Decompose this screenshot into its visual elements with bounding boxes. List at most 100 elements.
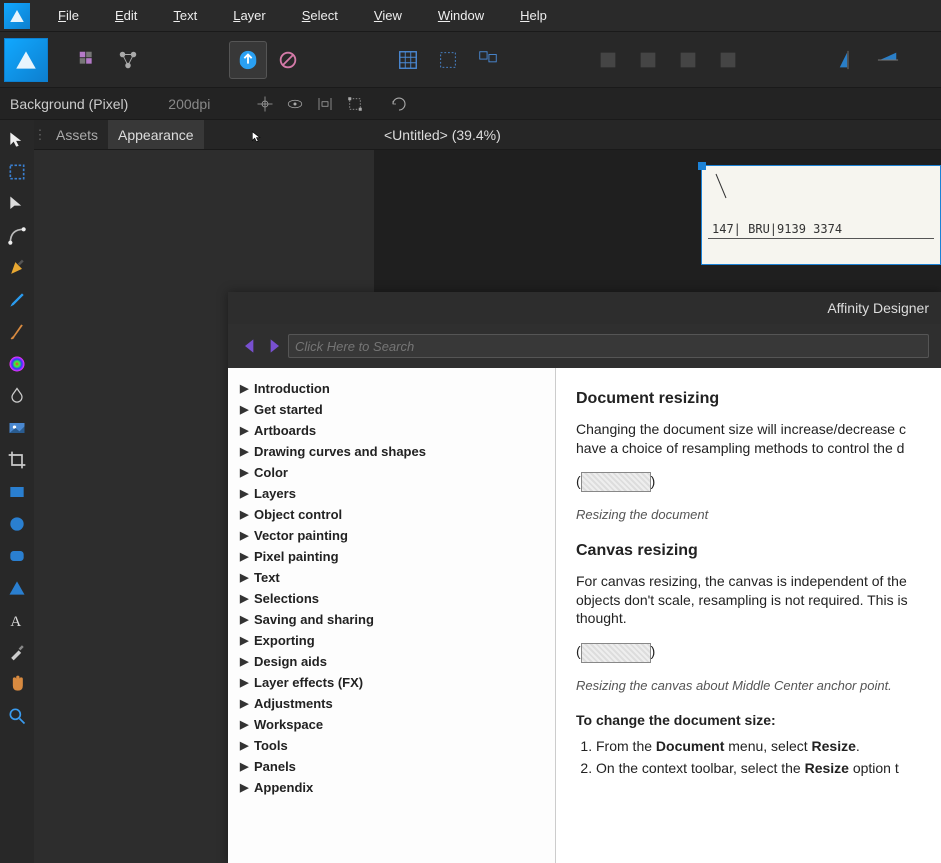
menu-text[interactable]: Text [155, 0, 215, 31]
toc-item[interactable]: ▶Appendix [236, 777, 547, 798]
snap-grid-button[interactable] [389, 41, 427, 79]
arrange-fwd-button[interactable] [669, 41, 707, 79]
help-search-input[interactable] [288, 334, 929, 358]
toc-item[interactable]: ▶Vector painting [236, 525, 547, 546]
document-tab-label: <Untitled> (39.4%) [384, 127, 501, 143]
toc-item[interactable]: ▶Color [236, 462, 547, 483]
context-dpi-label[interactable]: 200dpi [168, 96, 210, 112]
show-hide-button[interactable] [280, 90, 310, 118]
help-panel: Affinity Designer ▶Introduction ▶Get sta… [228, 292, 941, 863]
help-heading: Document resizing [576, 390, 925, 408]
toc-item[interactable]: ▶Pixel painting [236, 546, 547, 567]
help-step: From the Document menu, select Resize. [596, 738, 925, 754]
document-preview[interactable]: 147| BRU|9139 3374 [701, 165, 941, 265]
text-tool[interactable]: A [3, 606, 31, 634]
transparency-tool[interactable] [3, 382, 31, 410]
menu-edit[interactable]: Edit [97, 0, 155, 31]
panel-tab-appearance[interactable]: Appearance [108, 120, 204, 149]
panel-tabs: ⋮ Assets Appearance [34, 120, 374, 150]
toc-item[interactable]: ▶Drawing curves and shapes [236, 441, 547, 462]
help-media-placeholder: () [576, 642, 925, 662]
menu-help[interactable]: Help [502, 0, 565, 31]
help-caption: Resizing the document [576, 506, 925, 524]
help-title: Affinity Designer [228, 292, 941, 324]
corner-tool[interactable] [3, 222, 31, 250]
arrange-front-button[interactable] [709, 41, 747, 79]
toc-item[interactable]: ▶Layer effects (FX) [236, 672, 547, 693]
toc-item[interactable]: ▶Adjustments [236, 693, 547, 714]
main-toolbar [0, 32, 941, 88]
zoom-tool[interactable] [3, 702, 31, 730]
document-tab[interactable]: <Untitled> (39.4%) [374, 120, 941, 150]
transform-bounds-button[interactable] [340, 90, 370, 118]
crop-tool[interactable] [3, 446, 31, 474]
flip-horiz-button[interactable] [829, 41, 867, 79]
pencil-tool[interactable] [3, 286, 31, 314]
menu-view[interactable]: View [356, 0, 420, 31]
move-tool[interactable] [3, 126, 31, 154]
menu-layer[interactable]: Layer [215, 0, 284, 31]
document-content-text: 147| BRU|9139 3374 [712, 222, 842, 236]
toc-item[interactable]: ▶Object control [236, 504, 547, 525]
arrange-back-button[interactable] [629, 41, 667, 79]
context-layer-label: Background (Pixel) [4, 96, 128, 112]
help-paragraph: Changing the document size will increase… [576, 420, 925, 458]
help-forward-button[interactable] [264, 336, 284, 356]
place-tool[interactable] [3, 414, 31, 442]
help-steps-list: From the Document menu, select Resize. O… [596, 738, 925, 776]
transform-origin-button[interactable] [250, 90, 280, 118]
panel-tab-assets[interactable]: Assets [46, 120, 108, 149]
cursor-icon [250, 128, 264, 146]
fill-tool[interactable] [3, 350, 31, 378]
svg-text:A: A [10, 614, 21, 630]
toc-item[interactable]: ▶Panels [236, 756, 547, 777]
toc-item[interactable]: ▶Workspace [236, 714, 547, 735]
menu-select[interactable]: Select [284, 0, 356, 31]
toc-item[interactable]: ▶Exporting [236, 630, 547, 651]
help-content: Document resizing Changing the document … [556, 368, 941, 863]
align-width-button[interactable] [310, 90, 340, 118]
toc-item[interactable]: ▶Tools [236, 735, 547, 756]
persona-designer-icon[interactable] [4, 38, 48, 82]
pen-tool[interactable] [3, 254, 31, 282]
menu-file[interactable]: File [40, 0, 97, 31]
help-back-button[interactable] [240, 336, 260, 356]
app-logo [4, 3, 30, 29]
toc-item[interactable]: ▶Layers [236, 483, 547, 504]
toc-item[interactable]: ▶Artboards [236, 420, 547, 441]
menu-window[interactable]: Window [420, 0, 502, 31]
persona-pixel-icon[interactable] [69, 41, 107, 79]
toc-item[interactable]: ▶Selections [236, 588, 547, 609]
rectangle-tool[interactable] [3, 478, 31, 506]
ellipse-tool[interactable] [3, 510, 31, 538]
toc-item[interactable]: ▶Saving and sharing [236, 609, 547, 630]
help-toc: ▶Introduction ▶Get started ▶Artboards ▶D… [228, 368, 556, 863]
reset-transform-button[interactable] [384, 90, 414, 118]
toc-item[interactable]: ▶Introduction [236, 378, 547, 399]
hand-tool[interactable] [3, 670, 31, 698]
triangle-tool[interactable] [3, 574, 31, 602]
node-tool[interactable] [3, 190, 31, 218]
help-step: On the context toolbar, select the Resiz… [596, 760, 925, 776]
tools-column: A [0, 120, 34, 863]
toc-item[interactable]: ▶Text [236, 567, 547, 588]
rounded-rect-tool[interactable] [3, 542, 31, 570]
toc-item[interactable]: ▶Design aids [236, 651, 547, 672]
brush-tool[interactable] [3, 318, 31, 346]
revert-defaults-button[interactable] [269, 41, 307, 79]
flip-vert-button[interactable] [869, 41, 907, 79]
artboard-tool[interactable] [3, 158, 31, 186]
snap-pixel-button[interactable] [429, 41, 467, 79]
help-media-placeholder: () [576, 472, 925, 492]
arrange-align-button[interactable] [589, 41, 627, 79]
persona-export-icon[interactable] [109, 41, 147, 79]
snap-options-button[interactable] [469, 41, 507, 79]
help-searchbar [228, 324, 941, 368]
selection-handle[interactable] [698, 162, 706, 170]
toc-item[interactable]: ▶Get started [236, 399, 547, 420]
panel-grip-icon[interactable]: ⋮ [34, 127, 46, 143]
help-heading: Canvas resizing [576, 542, 925, 560]
sync-defaults-button[interactable] [229, 41, 267, 79]
help-paragraph: For canvas resizing, the canvas is indep… [576, 572, 925, 629]
eyedropper-tool[interactable] [3, 638, 31, 666]
